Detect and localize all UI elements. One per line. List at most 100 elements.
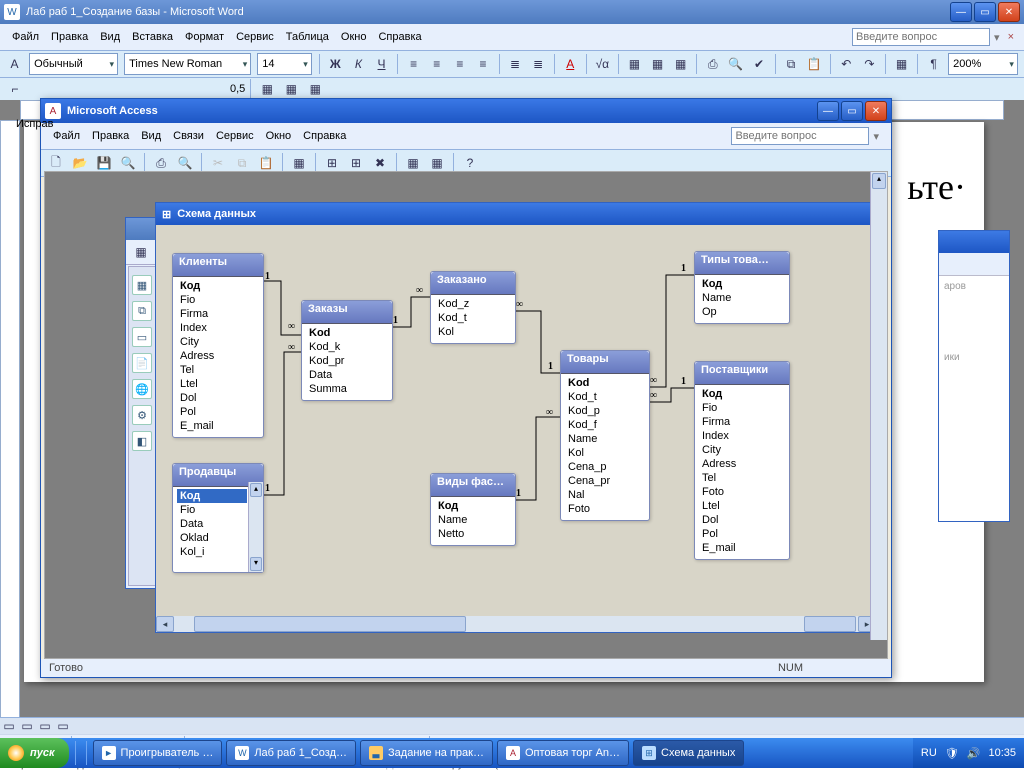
table-suppliers[interactable]: Поставщики КодFioFirmaIndexCityAdressTel… [694, 361, 790, 560]
word-close-button[interactable]: ✕ [998, 2, 1020, 22]
field-suppliers-index[interactable]: Index [699, 429, 785, 443]
task-schema[interactable]: ⊞Схема данных [633, 740, 744, 766]
access-menu-relations[interactable]: Связи [173, 130, 204, 142]
word-menu-format[interactable]: Формат [185, 31, 224, 43]
field-clients-ltel[interactable]: Ltel [177, 377, 259, 391]
ruler-btn3[interactable]: ▦ [304, 78, 326, 100]
field-orders-kod_pr[interactable]: Kod_pr [306, 354, 388, 368]
field-goods-nal[interactable]: Nal [565, 488, 645, 502]
field-goods-cena_pr[interactable]: Cena_pr [565, 474, 645, 488]
field-clients-adress[interactable]: Adress [177, 349, 259, 363]
table-insert-button[interactable]: ▦ [647, 53, 668, 75]
db-queries-icon[interactable]: ⧉ [132, 301, 152, 321]
italic-button[interactable]: К [348, 53, 369, 75]
access-maximize-button[interactable]: ▭ [841, 101, 863, 121]
field-sellers-fio[interactable]: Fio [177, 503, 247, 517]
table-clients[interactable]: Клиенты КодFioFirmaIndexCityAdressTelLte… [172, 253, 264, 438]
access-vscroll[interactable]: ▴ [870, 172, 887, 640]
undo-button[interactable]: ↶ [836, 53, 857, 75]
task-word-doc[interactable]: WЛаб раб 1_Созд… [226, 740, 356, 766]
table-clients-title[interactable]: Клиенты [173, 254, 263, 277]
access-menu-edit[interactable]: Правка [92, 130, 129, 142]
table-goods-title[interactable]: Товары [561, 351, 649, 374]
tray-clock[interactable]: 10:35 [988, 747, 1016, 759]
preview-button[interactable]: 🔍 [725, 53, 746, 75]
relationships-hscroll[interactable]: ◂ ▸ [156, 616, 876, 632]
field-ordered-kod_t[interactable]: Kod_t [435, 311, 511, 325]
table-sellers-scrollbar[interactable]: ▴ ▾ [248, 482, 263, 572]
spelling-button[interactable]: ✔ [748, 53, 769, 75]
hscroll-thumb-2[interactable] [804, 616, 856, 632]
field-clients-dol[interactable]: Dol [177, 391, 259, 405]
word-menu-file[interactable]: Файл [12, 31, 39, 43]
field-ordered-kol[interactable]: Kol [435, 325, 511, 339]
hscroll-left[interactable]: ◂ [156, 616, 174, 632]
copy-button[interactable]: ⧉ [781, 53, 802, 75]
equation-button[interactable]: √α [592, 53, 613, 75]
print-button[interactable]: ⎙ [702, 53, 723, 75]
db-tables-icon[interactable]: ▦ [132, 275, 152, 295]
field-goods-kod[interactable]: Kod [565, 376, 645, 390]
underline-button[interactable]: Ч [371, 53, 392, 75]
field-types-name[interactable]: Name [699, 291, 785, 305]
db-reports-icon[interactable]: 📄 [132, 353, 152, 373]
field-suppliers-foto[interactable]: Foto [699, 485, 785, 499]
db-pages-icon[interactable]: 🌐 [132, 379, 152, 399]
field-clients-tel[interactable]: Tel [177, 363, 259, 377]
field-sellers-oklad[interactable]: Oklad [177, 531, 247, 545]
field-goods-kol[interactable]: Kol [565, 446, 645, 460]
align-right-button[interactable]: ≡ [449, 53, 470, 75]
word-menu-help[interactable]: Справка [378, 31, 421, 43]
field-goods-kod_p[interactable]: Kod_p [565, 404, 645, 418]
field-suppliers-city[interactable]: City [699, 443, 785, 457]
field-types-код[interactable]: Код [699, 277, 785, 291]
field-suppliers-adress[interactable]: Adress [699, 457, 785, 471]
task-media-player[interactable]: ►Проигрыватель … [93, 740, 223, 766]
word-hscroll[interactable]: ▭ ▭ ▭ ▭ [0, 718, 1024, 734]
word-menu-edit[interactable]: Правка [51, 31, 88, 43]
field-types-op[interactable]: Op [699, 305, 785, 319]
justify-button[interactable]: ≡ [472, 53, 493, 75]
word-maximize-button[interactable]: ▭ [974, 2, 996, 22]
table-ordered[interactable]: Заказано Kod_zKod_tKol [430, 271, 516, 344]
align-center-button[interactable]: ≡ [426, 53, 447, 75]
view-web-button[interactable]: ▭ [18, 718, 36, 734]
tray-lang[interactable]: RU [921, 747, 937, 759]
table-ordered-title[interactable]: Заказано [431, 272, 515, 295]
ruler-btn1[interactable]: ▦ [256, 78, 278, 100]
ruler-btn2[interactable]: ▦ [280, 78, 302, 100]
field-packing-код[interactable]: Код [435, 499, 511, 513]
word-minimize-button[interactable]: — [950, 2, 972, 22]
field-sellers-kol_i[interactable]: Kol_i [177, 545, 247, 559]
table-packing[interactable]: Виды фас… КодNameNetto [430, 473, 516, 546]
word-help-search-input[interactable] [852, 28, 990, 46]
field-clients-firma[interactable]: Firma [177, 307, 259, 321]
word-menu-view[interactable]: Вид [100, 31, 120, 43]
bullet-list-button[interactable]: ≣ [528, 53, 549, 75]
table-goods[interactable]: Товары KodKod_tKod_pKod_fNameKolCena_pCe… [560, 350, 650, 521]
task-access-db[interactable]: AОптовая торг An… [497, 740, 629, 766]
field-ordered-kod_z[interactable]: Kod_z [435, 297, 511, 311]
excel-button[interactable]: ▦ [670, 53, 691, 75]
field-goods-cena_p[interactable]: Cena_p [565, 460, 645, 474]
table-grid-button[interactable]: ▦ [891, 53, 912, 75]
access-menu-window[interactable]: Окно [266, 130, 292, 142]
access-menu-service[interactable]: Сервис [216, 130, 254, 142]
table-button[interactable]: ▦ [624, 53, 645, 75]
field-suppliers-firma[interactable]: Firma [699, 415, 785, 429]
access-close-button[interactable]: ✕ [865, 101, 887, 121]
db-open-btn[interactable]: ▦ [130, 242, 152, 262]
font-combo[interactable]: Times New Roman [124, 53, 251, 75]
field-goods-kod_f[interactable]: Kod_f [565, 418, 645, 432]
table-orders[interactable]: Заказы KodKod_kKod_prDataSumma [301, 300, 393, 401]
field-clients-fio[interactable]: Fio [177, 293, 259, 307]
word-menu-service[interactable]: Сервис [236, 31, 274, 43]
system-tray[interactable]: RU 🛡 🔊 10:35 [913, 738, 1024, 768]
access-menu-view[interactable]: Вид [141, 130, 161, 142]
db-macros-icon[interactable]: ⚙ [132, 405, 152, 425]
paste-button[interactable]: 📋 [804, 53, 825, 75]
start-button[interactable]: пуск [0, 738, 69, 768]
align-left-button[interactable]: ≡ [403, 53, 424, 75]
field-orders-kod[interactable]: Kod [306, 326, 388, 340]
field-suppliers-код[interactable]: Код [699, 387, 785, 401]
